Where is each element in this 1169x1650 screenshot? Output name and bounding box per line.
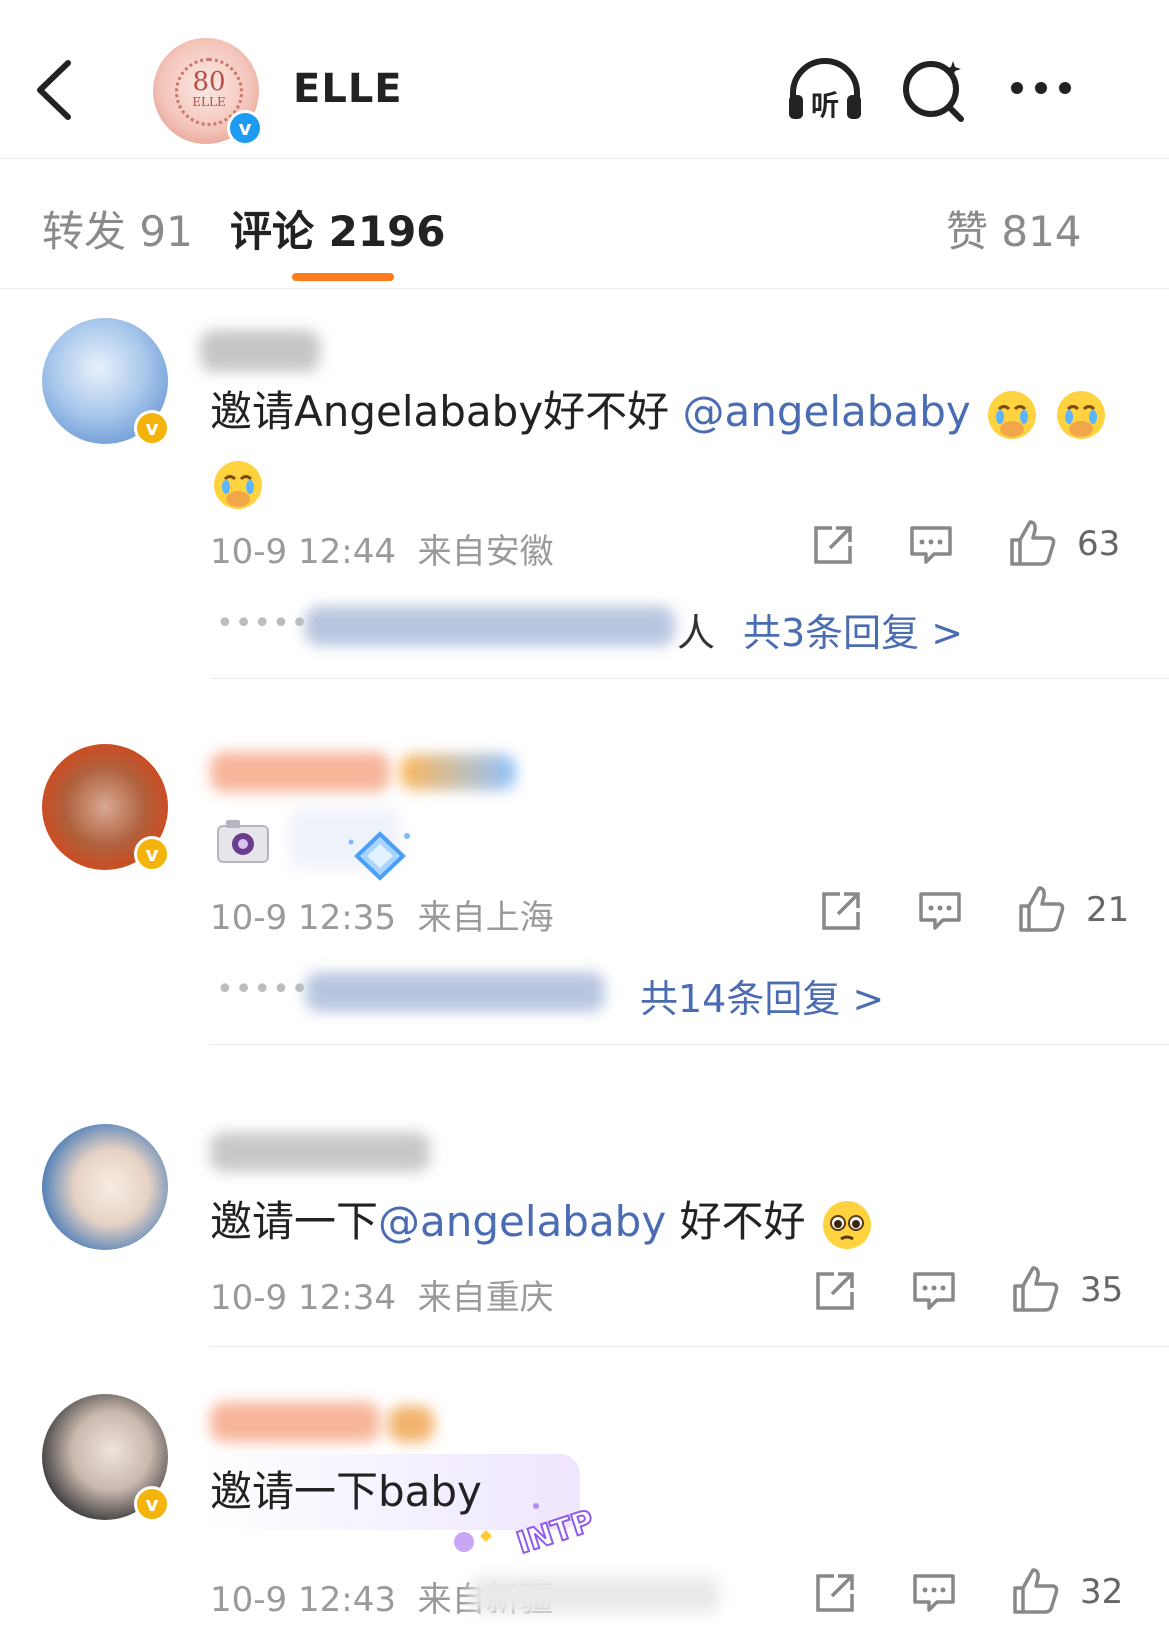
- blurred-username: [210, 1132, 430, 1172]
- like-count: 35: [1080, 1270, 1124, 1310]
- comment-body: 邀请Angelababy好不好: [210, 387, 683, 436]
- comment-item: v 10-9 12:35 来自上海 21 •••••• 共14条回复 >: [0, 700, 1169, 1080]
- commenter-avatar[interactable]: v: [42, 318, 170, 446]
- search-icon[interactable]: [895, 55, 975, 125]
- blurred-username: [210, 752, 390, 792]
- verified-badge-icon: v: [134, 410, 170, 446]
- blurred-reply-preview: [305, 606, 675, 646]
- comment-icon[interactable]: [911, 1268, 957, 1314]
- crying-face-emoji-icon: [214, 460, 262, 509]
- comment-icon[interactable]: [911, 1570, 957, 1616]
- diamond-sticker-icon: [348, 831, 410, 881]
- tab-reposts[interactable]: 转发 91: [42, 198, 193, 259]
- comment-time: 10-9 12:43: [210, 1580, 396, 1620]
- view-replies-link[interactable]: 共3条回复 >: [743, 602, 963, 657]
- divider: [210, 678, 1169, 679]
- listen-label: 听: [811, 89, 839, 122]
- comment-text-line2: [210, 446, 266, 518]
- blurred-user-badge: [388, 1406, 434, 1442]
- intp-sticker-icon: INTP: [454, 1503, 599, 1560]
- commenter-avatar[interactable]: v: [42, 744, 170, 872]
- avatar-80-text: 80: [192, 67, 226, 97]
- comment-meta: 10-9 12:34 来自重庆: [210, 1270, 554, 1319]
- comment-meta: 10-9 12:44 来自安徽: [210, 524, 554, 573]
- crying-face-emoji-icon: [1057, 390, 1106, 439]
- account-name[interactable]: ELLE: [293, 66, 403, 112]
- comment-text: 邀请Angelababy好不好 @angelababy: [210, 376, 1109, 448]
- blurred-overlay: [470, 1576, 720, 1614]
- account-avatar[interactable]: 80 ELLE v: [153, 38, 263, 146]
- comment-item: v 邀请一下baby INTP 10-9 12:43 来自新疆 32: [0, 1350, 1169, 1650]
- comment-text: 邀请一下@angelababy 好不好: [210, 1186, 875, 1258]
- blurred-user-badges: [400, 754, 516, 790]
- like-thumb-icon[interactable]: [1008, 518, 1058, 568]
- blurred-username: [200, 330, 320, 372]
- crying-face-emoji-icon: [988, 390, 1037, 439]
- reply-preview-tail: 人: [677, 611, 716, 655]
- comment-meta: 10-9 12:35 来自上海: [210, 890, 554, 939]
- top-bar: 80 ELLE v ELLE 听: [0, 0, 1169, 159]
- share-icon[interactable]: [818, 888, 864, 934]
- like-thumb-icon[interactable]: [1011, 1566, 1061, 1616]
- view-replies-link[interactable]: 共14条回复 >: [640, 968, 884, 1023]
- like-count: 21: [1086, 890, 1130, 930]
- verified-badge-icon: v: [227, 110, 263, 146]
- listen-headphones-icon[interactable]: 听: [785, 55, 865, 125]
- mention-link[interactable]: @angelababy: [683, 387, 971, 436]
- like-thumb-icon[interactable]: [1017, 884, 1067, 934]
- like-count: 32: [1080, 1572, 1124, 1612]
- comment-item: v 邀请Angelababy好不好 @angelababy 10-9 12:44…: [0, 300, 1169, 680]
- comment-location: 来自上海: [417, 898, 554, 938]
- tab-likes[interactable]: 赞 814: [946, 198, 1082, 259]
- mention-link[interactable]: @angelababy: [378, 1197, 666, 1246]
- like-thumb-icon[interactable]: [1011, 1264, 1061, 1314]
- comment-text: 邀请一下baby: [210, 1467, 482, 1516]
- verified-badge-icon: v: [134, 1486, 170, 1522]
- like-count: 63: [1077, 524, 1121, 564]
- commenter-avatar[interactable]: v: [42, 1394, 170, 1522]
- comment-body-tail: 好不好: [666, 1197, 806, 1246]
- camera-emoji-icon: [217, 820, 269, 863]
- avatar-elle-text: ELLE: [192, 95, 226, 109]
- verified-badge-icon: v: [134, 836, 170, 872]
- share-icon[interactable]: [812, 1570, 858, 1616]
- comment-icon[interactable]: [908, 522, 954, 568]
- more-icon[interactable]: [1003, 55, 1083, 125]
- tab-comments[interactable]: 评论 2196: [230, 198, 446, 259]
- comment-time: 10-9 12:34: [210, 1278, 396, 1318]
- share-icon[interactable]: [812, 1268, 858, 1314]
- comment-location: 来自安徽: [417, 532, 554, 572]
- share-icon[interactable]: [810, 522, 856, 568]
- blurred-username: [210, 1402, 380, 1442]
- pleading-face-emoji-icon: [822, 1200, 871, 1249]
- comment-body: 邀请一下: [210, 1197, 379, 1246]
- comment-time: 10-9 12:35: [210, 898, 396, 938]
- comment-icon[interactable]: [917, 888, 963, 934]
- back-arrow-icon[interactable]: [28, 55, 84, 125]
- blurred-reply-preview: [305, 972, 605, 1012]
- tab-bar: 转发 91 评论 2196 赞 814: [0, 158, 1169, 289]
- tab-active-indicator: [292, 273, 394, 281]
- commenter-avatar[interactable]: [42, 1124, 168, 1250]
- comment-time: 10-9 12:44: [210, 532, 396, 572]
- intp-badge-text: INTP: [513, 1504, 599, 1560]
- comment-location: 来自重庆: [417, 1278, 554, 1318]
- divider: [210, 1044, 1169, 1045]
- comment-item: 邀请一下@angelababy 好不好 10-9 12:34 来自重庆 35: [0, 1080, 1169, 1350]
- divider: [210, 1346, 1169, 1347]
